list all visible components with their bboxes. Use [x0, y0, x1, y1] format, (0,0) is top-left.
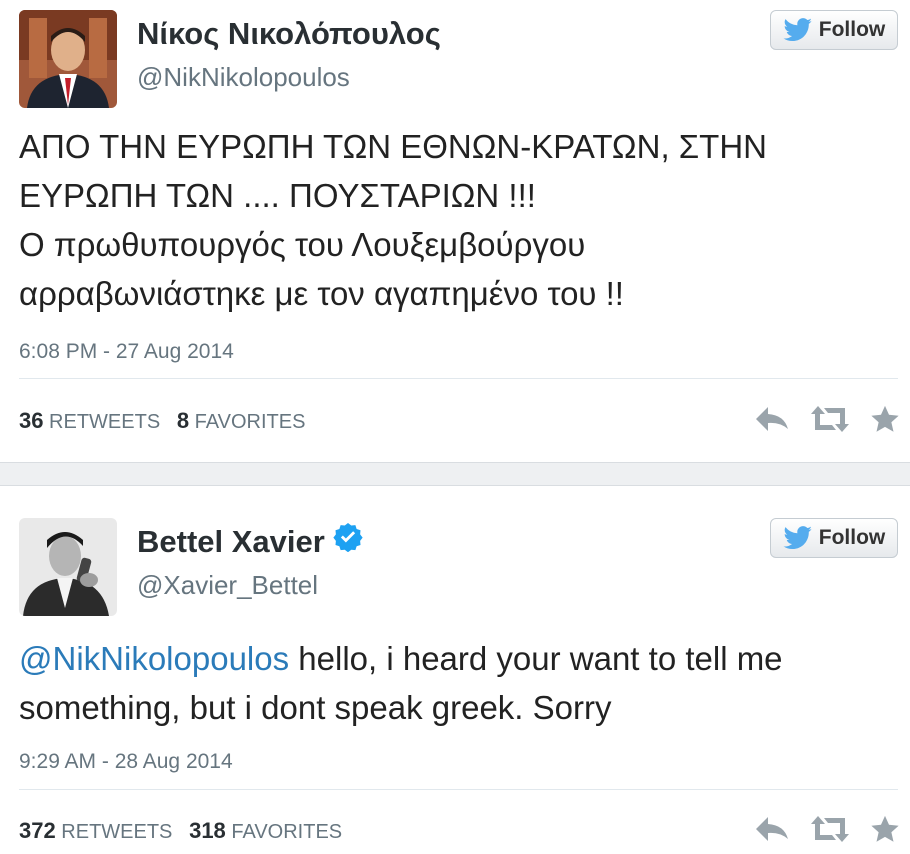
- verified-badge-icon: [333, 522, 363, 560]
- user-handle[interactable]: @NikNikolopoulos: [137, 62, 350, 93]
- follow-button-label: Follow: [818, 18, 886, 41]
- twitter-bird-icon: [783, 18, 813, 42]
- tweet-card: Νίκος Νικολόπουλος @NikNikolopoulos Foll…: [0, 0, 910, 462]
- favorites-stat[interactable]: 8 FAVORITES: [176, 408, 306, 433]
- tweet-timestamp[interactable]: 6:08 PM - 27 Aug 2014: [19, 340, 234, 364]
- tweet-actions: [754, 814, 900, 849]
- favorite-star-icon[interactable]: [870, 814, 900, 849]
- tweet-text-line: ΕΥΡΩΠΗ ΤΩΝ .... ΠΟΥΣΤΑΡΙΩΝ !!!: [19, 177, 536, 214]
- follow-button[interactable]: Follow: [770, 518, 898, 558]
- display-name-row: Bettel Xavier: [137, 522, 363, 563]
- retweets-count: 372: [19, 818, 56, 843]
- tweet-card: Bettel Xavier @Xavier_Bettel Follow @Nik…: [0, 486, 910, 854]
- retweets-label: RETWEETS: [49, 411, 161, 433]
- tweet-text-line: something, but i dont speak greek. Sorry: [19, 689, 612, 726]
- retweets-count: 36: [19, 408, 44, 433]
- tweet-timestamp[interactable]: 9:29 AM - 28 Aug 2014: [19, 750, 233, 774]
- tweet-text-fragment: hello, i heard your want to tell me: [289, 640, 783, 677]
- favorites-count: 8: [176, 408, 190, 433]
- tweet-text: @NikNikolopoulos hello, i heard your wan…: [19, 634, 890, 732]
- favorites-count: 318: [189, 818, 226, 843]
- mention-link[interactable]: @NikNikolopoulos: [19, 640, 289, 677]
- reply-icon[interactable]: [754, 815, 790, 848]
- favorite-star-icon[interactable]: [870, 404, 900, 439]
- retweets-label: RETWEETS: [61, 821, 173, 843]
- follow-button[interactable]: Follow: [770, 10, 898, 50]
- twitter-bird-icon: [783, 526, 813, 550]
- tweet-stats: 372 RETWEETS 318 FAVORITES: [19, 818, 342, 844]
- tweet-text-line: αρραβωνιάστηκε με τον αγαπημένο του !!: [19, 275, 624, 312]
- tweet-text-line: Ο πρωθυπουργός του Λουξεμβούργου: [19, 226, 586, 263]
- display-name[interactable]: Νίκος Νικολόπουλος: [137, 16, 441, 52]
- user-handle[interactable]: @Xavier_Bettel: [137, 570, 318, 601]
- favorites-label: FAVORITES: [231, 821, 343, 843]
- tweet-text-line: ΑΠΟ ΤΗΝ ΕΥΡΩΠΗ ΤΩΝ ΕΘΝΩΝ-ΚΡΑΤΩΝ, ΣΤΗΝ: [19, 128, 767, 165]
- tweet-text-line: @NikNikolopoulos hello, i heard your wan…: [19, 634, 890, 683]
- favorites-stat[interactable]: 318 FAVORITES: [189, 818, 343, 843]
- retweet-icon[interactable]: [810, 404, 850, 439]
- avatar[interactable]: [19, 10, 117, 108]
- tweet-stats: 36 RETWEETS 8 FAVORITES: [19, 408, 305, 434]
- retweet-icon[interactable]: [810, 814, 850, 849]
- display-name[interactable]: Bettel Xavier: [137, 524, 325, 559]
- retweets-stat[interactable]: 372 RETWEETS: [19, 818, 173, 843]
- divider: [19, 789, 898, 790]
- avatar[interactable]: [19, 518, 117, 616]
- reply-icon[interactable]: [754, 405, 790, 438]
- favorites-label: FAVORITES: [194, 411, 306, 433]
- tweet-text: ΑΠΟ ΤΗΝ ΕΥΡΩΠΗ ΤΩΝ ΕΘΝΩΝ-ΚΡΑΤΩΝ, ΣΤΗΝ ΕΥ…: [19, 122, 890, 318]
- tweet-actions: [754, 404, 900, 439]
- divider: [19, 378, 898, 379]
- retweets-stat[interactable]: 36 RETWEETS: [19, 408, 161, 433]
- tweet-separator: [0, 462, 910, 486]
- follow-button-label: Follow: [818, 526, 886, 549]
